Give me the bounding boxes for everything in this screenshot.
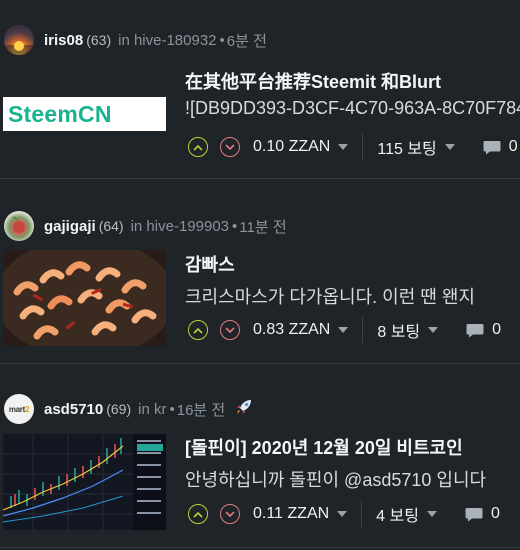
post-title[interactable]: [돌핀이] 2020년 12월 20일 비트코인 bbox=[185, 434, 463, 460]
divider bbox=[362, 317, 364, 343]
author-reputation: (63) bbox=[86, 32, 112, 48]
post-summary[interactable]: 안녕하십니까 돌핀이 @asd5710 입니다 bbox=[185, 466, 486, 492]
votes-dropdown-icon[interactable] bbox=[426, 511, 437, 517]
chevron-up-icon bbox=[193, 511, 203, 518]
post-thumbnail[interactable] bbox=[3, 434, 166, 530]
post-header: mart2 asd5710 (69) in kr • 16분 전 bbox=[4, 391, 253, 427]
payout-dropdown-icon[interactable] bbox=[338, 327, 349, 333]
payout-dropdown-icon[interactable] bbox=[338, 144, 349, 150]
post-divider bbox=[0, 547, 520, 548]
vote-count[interactable]: 115 보팅 bbox=[377, 135, 436, 159]
post-item[interactable]: iris08 (63) in hive-180932 • 6분 전 SteemC… bbox=[0, 22, 520, 202]
chevron-up-icon bbox=[193, 327, 203, 334]
comment-count[interactable]: 0 bbox=[492, 321, 501, 339]
meta-separator: • bbox=[219, 31, 225, 49]
author-name[interactable]: asd5710 bbox=[44, 401, 103, 418]
upvote-button[interactable] bbox=[188, 504, 208, 524]
divider bbox=[361, 501, 363, 527]
author-reputation: (69) bbox=[106, 401, 132, 417]
post-feed: iris08 (63) in hive-180932 • 6분 전 SteemC… bbox=[0, 0, 520, 550]
avatar-logo-text: mart2 bbox=[8, 404, 30, 414]
votes-dropdown-icon[interactable] bbox=[428, 327, 439, 333]
community-link[interactable]: in kr bbox=[138, 401, 166, 418]
post-divider bbox=[0, 178, 520, 179]
post-header: gajigaji (64) in hive-199903 • 11분 전 bbox=[4, 208, 287, 244]
author-name[interactable]: gajigaji bbox=[44, 218, 96, 235]
payout-value[interactable]: 0.83 ZZAN bbox=[253, 321, 330, 339]
comment-count[interactable]: 0 bbox=[509, 138, 518, 156]
post-time: 11분 전 bbox=[239, 218, 287, 236]
post-title[interactable]: 감빠스 bbox=[185, 251, 235, 277]
downvote-button[interactable] bbox=[220, 504, 240, 524]
author-name[interactable]: iris08 bbox=[44, 32, 83, 49]
rocket-icon bbox=[235, 398, 253, 421]
downvote-button[interactable] bbox=[220, 320, 240, 340]
author-reputation: (64) bbox=[98, 218, 124, 234]
divider bbox=[362, 134, 364, 160]
avatar[interactable] bbox=[4, 211, 34, 241]
upvote-button[interactable] bbox=[188, 137, 208, 157]
meta-separator: • bbox=[169, 400, 175, 418]
vote-count[interactable]: 8 보팅 bbox=[377, 318, 420, 342]
comment-icon[interactable] bbox=[483, 140, 501, 155]
vote-count[interactable]: 4 보팅 bbox=[376, 502, 419, 526]
community-link[interactable]: in hive-180932 bbox=[118, 32, 216, 49]
post-actions: 0.10 ZZAN 115 보팅 0 bbox=[188, 134, 518, 160]
post-actions: 0.11 ZZAN 4 보팅 0 bbox=[188, 501, 500, 527]
post-summary[interactable]: ![DB9DD393-D3CF-4C70-963A-8C70F7840 bbox=[185, 98, 520, 119]
chevron-down-icon bbox=[225, 143, 235, 150]
downvote-button[interactable] bbox=[220, 137, 240, 157]
post-actions: 0.83 ZZAN 8 보팅 0 bbox=[188, 317, 501, 343]
votes-dropdown-icon[interactable] bbox=[444, 144, 455, 150]
chevron-down-icon bbox=[225, 326, 235, 333]
payout-value[interactable]: 0.11 ZZAN bbox=[253, 505, 329, 523]
post-thumbnail[interactable] bbox=[3, 250, 166, 346]
post-title[interactable]: 在其他平台推荐Steemit 和Blurt bbox=[185, 68, 441, 94]
comment-icon[interactable] bbox=[466, 323, 484, 338]
post-item[interactable]: mart2 asd5710 (69) in kr • 16분 전 [돌핀이] 2… bbox=[0, 391, 520, 550]
post-thumbnail[interactable]: SteemCN bbox=[3, 97, 166, 131]
post-item[interactable]: gajigaji (64) in hive-199903 • 11분 전 감빠스… bbox=[0, 208, 520, 388]
community-link[interactable]: in hive-199903 bbox=[131, 218, 229, 235]
post-divider bbox=[0, 363, 520, 364]
post-header: iris08 (63) in hive-180932 • 6분 전 bbox=[4, 22, 267, 58]
chevron-up-icon bbox=[193, 144, 203, 151]
upvote-button[interactable] bbox=[188, 320, 208, 340]
avatar[interactable] bbox=[4, 25, 34, 55]
chevron-down-icon bbox=[225, 510, 235, 517]
post-time: 6분 전 bbox=[226, 32, 267, 50]
meta-separator: • bbox=[232, 217, 238, 235]
post-time: 16분 전 bbox=[176, 401, 226, 419]
post-summary[interactable]: 크리스마스가 다가옵니다. 이런 땐 왠지 bbox=[185, 283, 475, 309]
payout-dropdown-icon[interactable] bbox=[337, 511, 348, 517]
comment-icon[interactable] bbox=[465, 507, 483, 522]
payout-value[interactable]: 0.10 ZZAN bbox=[253, 138, 330, 156]
avatar[interactable]: mart2 bbox=[4, 394, 34, 424]
comment-count[interactable]: 0 bbox=[491, 505, 500, 523]
thumbnail-logo-text: SteemCN bbox=[8, 100, 112, 127]
